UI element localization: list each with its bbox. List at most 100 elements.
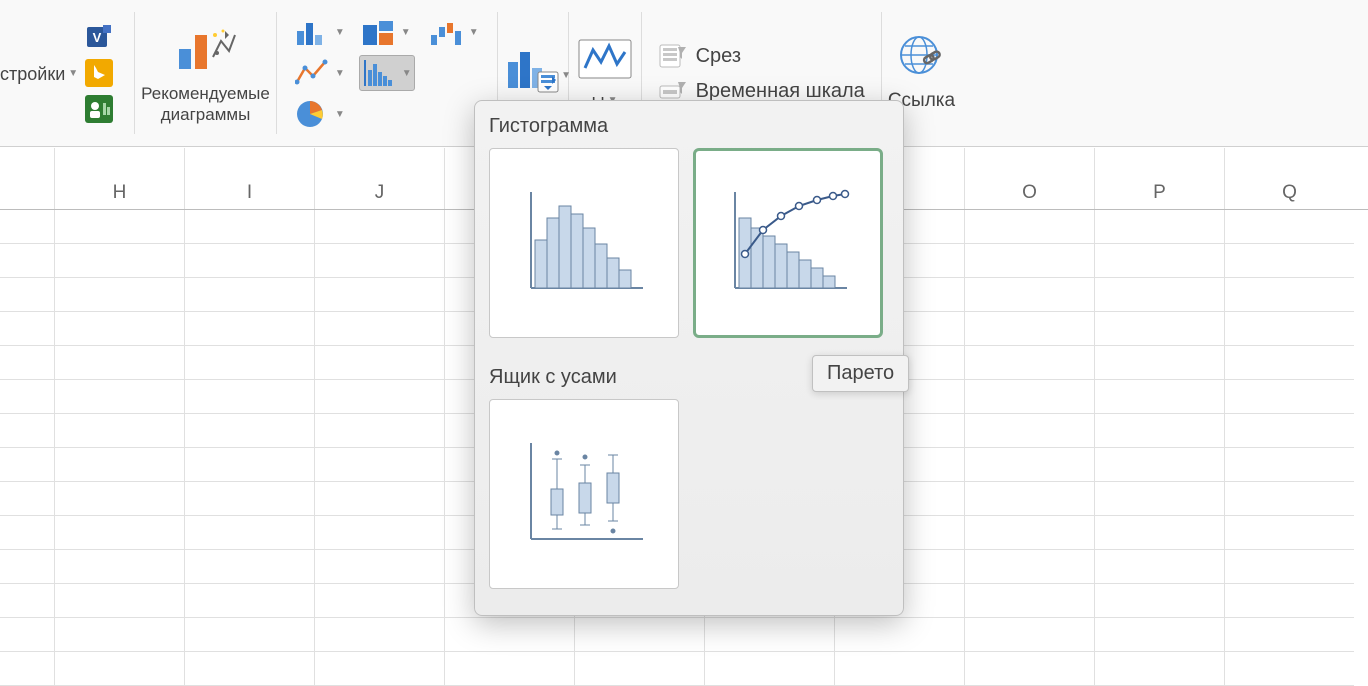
- cell[interactable]: [184, 482, 314, 516]
- people-graph-icon[interactable]: [84, 94, 114, 124]
- cell[interactable]: [1224, 516, 1354, 550]
- cell[interactable]: [54, 244, 184, 278]
- cell[interactable]: [314, 278, 444, 312]
- cell[interactable]: [184, 550, 314, 584]
- cell[interactable]: [54, 482, 184, 516]
- cell[interactable]: [184, 414, 314, 448]
- cell[interactable]: [1094, 244, 1224, 278]
- cell[interactable]: [964, 618, 1094, 652]
- pareto-chart-option[interactable]: [693, 148, 883, 338]
- cell[interactable]: [184, 380, 314, 414]
- cell[interactable]: [964, 516, 1094, 550]
- column-header[interactable]: [0, 148, 54, 210]
- cell[interactable]: [314, 482, 444, 516]
- cell[interactable]: [0, 278, 54, 312]
- cell[interactable]: [1224, 550, 1354, 584]
- column-header[interactable]: J: [314, 148, 444, 210]
- cell[interactable]: [54, 380, 184, 414]
- cell[interactable]: [54, 278, 184, 312]
- cell[interactable]: [964, 414, 1094, 448]
- cell[interactable]: [1094, 652, 1224, 686]
- waterfall-chart-button[interactable]: ▼: [427, 15, 481, 49]
- recommended-charts-button[interactable]: Рекомендуемые диаграммы: [135, 0, 276, 146]
- column-header[interactable]: I: [184, 148, 314, 210]
- cell[interactable]: [314, 380, 444, 414]
- cell[interactable]: [0, 414, 54, 448]
- cell[interactable]: [0, 482, 54, 516]
- cell[interactable]: [54, 516, 184, 550]
- cell[interactable]: [574, 652, 704, 686]
- cell[interactable]: [1224, 210, 1354, 244]
- slicer-button[interactable]: Срез: [656, 38, 743, 73]
- cell[interactable]: [0, 346, 54, 380]
- line-chart-button[interactable]: ▼: [293, 55, 347, 91]
- cell[interactable]: [1094, 448, 1224, 482]
- cell[interactable]: [184, 244, 314, 278]
- cell[interactable]: [964, 482, 1094, 516]
- cell[interactable]: [54, 550, 184, 584]
- cell[interactable]: [0, 210, 54, 244]
- cell[interactable]: [0, 244, 54, 278]
- cell[interactable]: [0, 550, 54, 584]
- cell[interactable]: [964, 312, 1094, 346]
- cell[interactable]: [574, 618, 704, 652]
- column-header[interactable]: O: [964, 148, 1094, 210]
- cell[interactable]: [314, 584, 444, 618]
- cell[interactable]: [0, 584, 54, 618]
- cell[interactable]: [184, 448, 314, 482]
- cell[interactable]: [1094, 516, 1224, 550]
- cell[interactable]: [54, 346, 184, 380]
- cell[interactable]: [0, 380, 54, 414]
- cell[interactable]: [964, 550, 1094, 584]
- cell[interactable]: [184, 210, 314, 244]
- cell[interactable]: [314, 516, 444, 550]
- cell[interactable]: [1094, 584, 1224, 618]
- cell[interactable]: [964, 652, 1094, 686]
- cell[interactable]: [0, 448, 54, 482]
- cell[interactable]: [1094, 618, 1224, 652]
- cell[interactable]: [1224, 584, 1354, 618]
- cell[interactable]: [444, 652, 574, 686]
- cell[interactable]: [1094, 380, 1224, 414]
- cell[interactable]: [964, 278, 1094, 312]
- cell[interactable]: [1224, 278, 1354, 312]
- cell[interactable]: [1094, 346, 1224, 380]
- cell[interactable]: [0, 516, 54, 550]
- cell[interactable]: [704, 652, 834, 686]
- cell[interactable]: [1094, 278, 1224, 312]
- cell[interactable]: [54, 652, 184, 686]
- cell[interactable]: [184, 278, 314, 312]
- pie-chart-button[interactable]: ▼: [293, 97, 347, 131]
- cell[interactable]: [314, 448, 444, 482]
- cell[interactable]: [1094, 312, 1224, 346]
- cell[interactable]: [184, 346, 314, 380]
- cell[interactable]: [314, 210, 444, 244]
- sheet-row[interactable]: [0, 618, 1368, 652]
- boxwhisker-chart-option[interactable]: [489, 399, 679, 589]
- cell[interactable]: [314, 346, 444, 380]
- cell[interactable]: [964, 448, 1094, 482]
- cell[interactable]: [184, 516, 314, 550]
- cell[interactable]: [314, 312, 444, 346]
- cell[interactable]: [54, 210, 184, 244]
- cell[interactable]: [1094, 414, 1224, 448]
- cell[interactable]: [444, 618, 574, 652]
- cell[interactable]: [1224, 414, 1354, 448]
- cell[interactable]: [1224, 244, 1354, 278]
- cell[interactable]: [1224, 448, 1354, 482]
- cell[interactable]: [834, 652, 964, 686]
- cell[interactable]: [834, 618, 964, 652]
- cell[interactable]: [314, 652, 444, 686]
- cell[interactable]: [184, 618, 314, 652]
- cell[interactable]: [54, 584, 184, 618]
- cell[interactable]: [964, 584, 1094, 618]
- cell[interactable]: [54, 448, 184, 482]
- histogram-chart-option[interactable]: [489, 148, 679, 338]
- hierarchy-chart-button[interactable]: ▼: [359, 15, 415, 49]
- cell[interactable]: [54, 414, 184, 448]
- sheet-row[interactable]: [0, 652, 1368, 686]
- cell[interactable]: [1224, 312, 1354, 346]
- cell[interactable]: [54, 312, 184, 346]
- cell[interactable]: [1224, 482, 1354, 516]
- column-header[interactable]: Q: [1224, 148, 1354, 210]
